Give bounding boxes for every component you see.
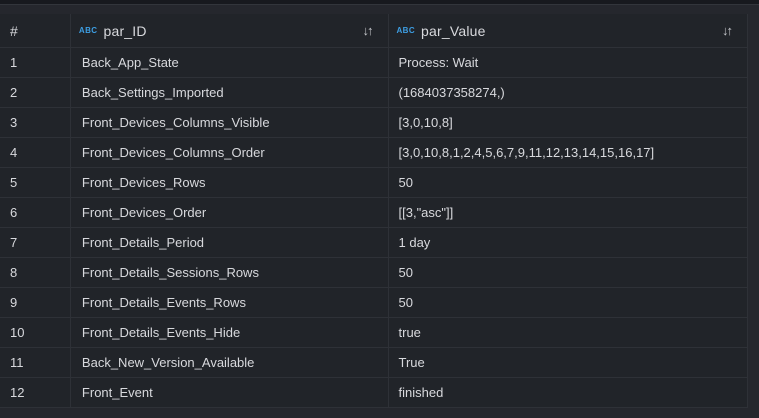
cell-row-number: 6 [0, 198, 71, 227]
string-type-icon: ABC [397, 26, 416, 35]
cell-par-value: Process: Wait [389, 48, 748, 77]
cell-par-value: True [389, 348, 748, 377]
sort-icon[interactable]: ↓↑ [722, 23, 733, 38]
cell-par-id: Front_Devices_Columns_Order [71, 138, 389, 167]
table-row: 4Front_Devices_Columns_Order[3,0,10,8,1,… [0, 138, 747, 168]
cell-par-value: 1 day [389, 228, 748, 257]
cell-par-value: 50 [389, 168, 748, 197]
cell-row-number: 12 [0, 378, 71, 407]
header-label-row-number: # [10, 23, 18, 39]
cell-par-id: Front_Details_Events_Rows [71, 288, 389, 317]
header-cell-row-number[interactable]: # [0, 14, 71, 47]
cell-par-value: [[3,"asc"]] [389, 198, 748, 227]
cell-par-id: Back_New_Version_Available [71, 348, 389, 377]
table-row: 8Front_Details_Sessions_Rows50 [0, 258, 747, 288]
cell-par-id: Back_Settings_Imported [71, 78, 389, 107]
cell-par-value: true [389, 318, 748, 347]
parameters-table: # ABC par_ID ↓↑ ABC par_Value ↓↑ 1Back_A… [0, 14, 748, 408]
cell-row-number: 2 [0, 78, 71, 107]
cell-par-value: (1684037358274,) [389, 78, 748, 107]
cell-row-number: 10 [0, 318, 71, 347]
cell-par-id: Front_Details_Period [71, 228, 389, 257]
table-row: 7Front_Details_Period1 day [0, 228, 747, 258]
cell-par-id: Front_Event [71, 378, 389, 407]
table-row: 5Front_Devices_Rows50 [0, 168, 747, 198]
string-type-icon: ABC [79, 26, 98, 35]
cell-row-number: 11 [0, 348, 71, 377]
cell-row-number: 3 [0, 108, 71, 137]
cell-par-id: Back_App_State [71, 48, 389, 77]
cell-par-id: Front_Devices_Columns_Visible [71, 108, 389, 137]
cell-par-value: [3,0,10,8,1,2,4,5,6,7,9,11,12,13,14,15,1… [389, 138, 748, 167]
cell-par-id: Front_Devices_Order [71, 198, 389, 227]
header-cell-par-id[interactable]: ABC par_ID ↓↑ [71, 14, 389, 47]
table-row: 11Back_New_Version_AvailableTrue [0, 348, 747, 378]
sort-icon[interactable]: ↓↑ [363, 23, 374, 38]
table-row: 1Back_App_StateProcess: Wait [0, 48, 747, 78]
table-panel: # ABC par_ID ↓↑ ABC par_Value ↓↑ 1Back_A… [0, 0, 759, 418]
table-body: 1Back_App_StateProcess: Wait2Back_Settin… [0, 48, 747, 408]
cell-row-number: 7 [0, 228, 71, 257]
header-cell-par-value[interactable]: ABC par_Value ↓↑ [389, 14, 748, 47]
cell-row-number: 4 [0, 138, 71, 167]
cell-row-number: 1 [0, 48, 71, 77]
cell-par-value: [3,0,10,8] [389, 108, 748, 137]
cell-par-id: Front_Details_Sessions_Rows [71, 258, 389, 287]
cell-par-id: Front_Devices_Rows [71, 168, 389, 197]
table-row: 3Front_Devices_Columns_Visible[3,0,10,8] [0, 108, 747, 138]
table-row: 10Front_Details_Events_Hidetrue [0, 318, 747, 348]
table-row: 6Front_Devices_Order[[3,"asc"]] [0, 198, 747, 228]
cell-par-value: finished [389, 378, 748, 407]
panel-top-strip [0, 0, 759, 5]
cell-par-value: 50 [389, 288, 748, 317]
table-row: 12Front_Eventfinished [0, 378, 747, 408]
header-label-par-value: par_Value [421, 23, 486, 39]
cell-row-number: 5 [0, 168, 71, 197]
cell-par-value: 50 [389, 258, 748, 287]
cell-row-number: 9 [0, 288, 71, 317]
table-row: 2Back_Settings_Imported(1684037358274,) [0, 78, 747, 108]
cell-row-number: 8 [0, 258, 71, 287]
table-header-row: # ABC par_ID ↓↑ ABC par_Value ↓↑ [0, 14, 747, 48]
cell-par-id: Front_Details_Events_Hide [71, 318, 389, 347]
table-row: 9Front_Details_Events_Rows50 [0, 288, 747, 318]
header-label-par-id: par_ID [103, 23, 146, 39]
